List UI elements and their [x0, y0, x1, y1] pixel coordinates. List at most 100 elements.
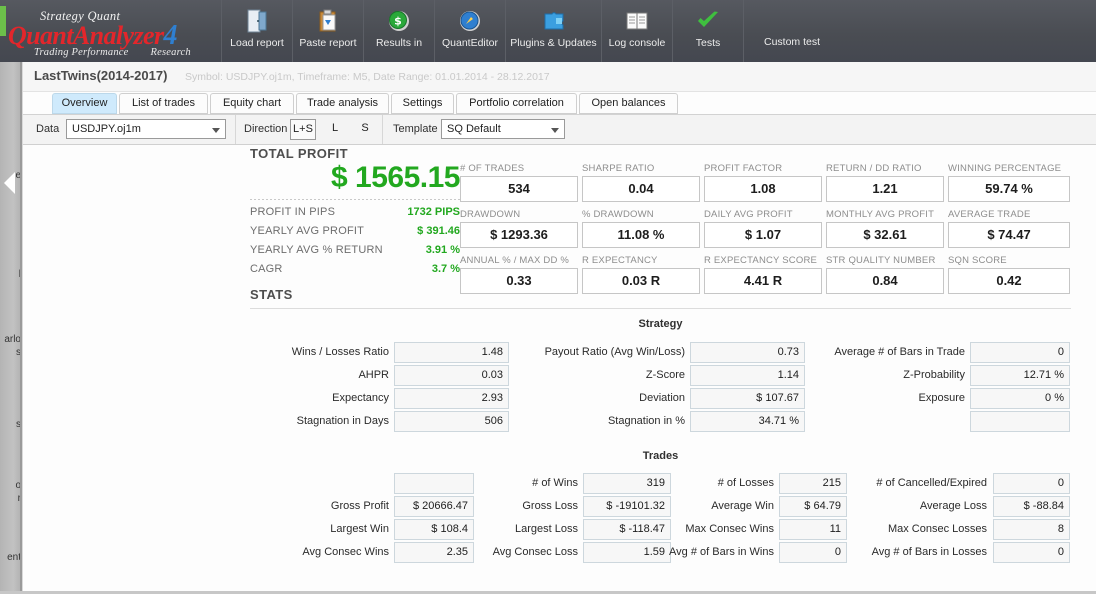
- chevron-down-icon: [551, 128, 559, 133]
- stat-label: Deviation: [639, 392, 685, 404]
- tab-equity-chart[interactable]: Equity chart: [210, 93, 294, 114]
- kpi-winning-percentage: WINNING PERCENTAGE 59.74 %: [948, 163, 1070, 202]
- sidebar-fragment: arlo: [4, 334, 21, 345]
- toolbar-button-custom-test[interactable]: Custom test: [744, 0, 1096, 62]
- report-header: LastTwins(2014-2017) Symbol: USDJPY.oj1m…: [23, 62, 1096, 92]
- tab-bar: Overview List of trades Equity chart Tra…: [23, 93, 1096, 115]
- kpi-r-expectancy-score: R EXPECTANCY SCORE 4.41 R: [704, 255, 822, 294]
- kpi-value: 534: [460, 176, 578, 202]
- direction-option-long-short[interactable]: L+S: [290, 119, 316, 140]
- profit-row-pips: PROFIT IN PIPS 1732 PIPS: [250, 206, 460, 218]
- kpi-value: 11.08 %: [582, 222, 700, 248]
- logo-tagline-bottom: Trading Performance Research: [34, 47, 213, 58]
- trade-value: 8: [993, 519, 1070, 540]
- template-select[interactable]: SQ Default: [441, 119, 565, 139]
- trade-label: Average Loss: [919, 500, 987, 512]
- profit-row-yearly-pct: YEARLY AVG % RETURN 3.91 %: [250, 244, 460, 256]
- green-check-icon: [695, 8, 721, 34]
- tab-open-balances[interactable]: Open balances: [579, 93, 678, 114]
- profit-row-yearly-avg: YEARLY AVG PROFIT $ 391.46: [250, 225, 460, 237]
- kpi-number-of-trades: # OF TRADES 534: [460, 163, 578, 202]
- trade-value: 0: [993, 542, 1070, 563]
- kpi-drawdown: DRAWDOWN $ 1293.36: [460, 209, 578, 248]
- main-toolbar: Strategy Quant QuantAnalyzer4 Trading Pe…: [0, 0, 1096, 62]
- total-profit-heading: TOTAL PROFIT: [250, 146, 348, 161]
- kpi-caption: DAILY AVG PROFIT: [704, 209, 793, 220]
- toolbar-button-label: Load report: [230, 37, 284, 49]
- kpi-caption: RETURN / DD RATIO: [826, 163, 922, 174]
- toolbar-button-label: Plugins & Updates: [510, 37, 597, 49]
- filter-toolbar: Data USDJPY.oj1m Direction L+S L S Templ…: [23, 115, 1096, 145]
- toolbar-button-plugins-updates[interactable]: Plugins & Updates: [506, 0, 602, 62]
- kpi-caption: AVERAGE TRADE: [948, 209, 1031, 220]
- tab-list-of-trades[interactable]: List of trades: [119, 93, 208, 114]
- kpi-value: $ 32.61: [826, 222, 944, 248]
- sidebar-expand-arrow-icon[interactable]: [4, 172, 15, 194]
- chevron-down-icon: [212, 128, 220, 133]
- template-select-value: SQ Default: [447, 123, 501, 135]
- book-icon: [625, 8, 649, 34]
- kpi-caption: % DRAWDOWN: [582, 209, 654, 220]
- toolbar-button-label: QuantEditor: [441, 37, 499, 49]
- content-area: LastTwins(2014-2017) Symbol: USDJPY.oj1m…: [22, 62, 1096, 594]
- profit-row-value: 1732 PIPS: [407, 206, 460, 218]
- trade-label: Avg Consec Loss: [492, 546, 578, 558]
- stat-value: 0: [970, 342, 1070, 363]
- tab-portfolio-correlation[interactable]: Portfolio correlation: [456, 93, 577, 114]
- trade-value: $ 20666.47: [394, 496, 474, 517]
- stat-value-empty: [970, 411, 1070, 432]
- kpi-str-quality-number: STR QUALITY NUMBER 0.84: [826, 255, 944, 294]
- kpi-value: 0.03 R: [582, 268, 700, 294]
- kpi-daily-avg-profit: DAILY AVG PROFIT $ 1.07: [704, 209, 822, 248]
- kpi-value: 59.74 %: [948, 176, 1070, 202]
- toolbar-button-label: Log console: [608, 37, 666, 49]
- stat-value: 1.14: [690, 365, 805, 386]
- trade-label: Gross Loss: [522, 500, 578, 512]
- direction-option-short[interactable]: S: [352, 119, 378, 140]
- trade-label: Average Win: [711, 500, 774, 512]
- kpi-caption: ANNUAL % / MAX DD %: [460, 255, 570, 266]
- left-sidebar-collapsed[interactable]: e l arlo s s o r ent: [0, 62, 22, 594]
- trade-value: $ -88.84: [993, 496, 1070, 517]
- kpi-monthly-avg-profit: MONTHLY AVG PROFIT $ 32.61: [826, 209, 944, 248]
- kpi-sharpe-ratio: SHARPE RATIO 0.04: [582, 163, 700, 202]
- trade-value: $ -118.47: [583, 519, 671, 540]
- profit-row-label: YEARLY AVG % RETURN: [250, 244, 383, 256]
- toolbar-button-label: Custom test: [764, 36, 821, 48]
- toolbar-button-load-report[interactable]: Load report: [222, 0, 293, 62]
- stat-label: Z-Score: [645, 369, 685, 381]
- tab-trade-analysis[interactable]: Trade analysis: [296, 93, 389, 114]
- toolbar-button-paste-report[interactable]: Paste report: [293, 0, 364, 62]
- profit-row-label: YEARLY AVG PROFIT: [250, 225, 365, 237]
- stat-label: Z-Probability: [903, 369, 965, 381]
- kpi-return-dd-ratio: RETURN / DD RATIO 1.21: [826, 163, 944, 202]
- toolbar-button-quanteditor[interactable]: QuantEditor: [435, 0, 506, 62]
- stat-label: Wins / Losses Ratio: [291, 346, 389, 358]
- kpi-caption: MONTHLY AVG PROFIT: [826, 209, 935, 220]
- sidebar-fragment: ent: [7, 552, 21, 563]
- kpi-caption: R EXPECTANCY: [582, 255, 658, 266]
- toolbar-button-label: Tests: [695, 37, 721, 49]
- page-title: LastTwins(2014-2017): [34, 68, 168, 83]
- trade-label: # of Cancelled/Expired: [876, 477, 987, 489]
- data-select[interactable]: USDJPY.oj1m: [66, 119, 226, 139]
- logo-sub-2: Research: [150, 47, 191, 58]
- kpi-value: $ 74.47: [948, 222, 1070, 248]
- kpi-value: $ 1293.36: [460, 222, 578, 248]
- stat-value: 0 %: [970, 388, 1070, 409]
- toolbar-button-tests[interactable]: Tests: [673, 0, 744, 62]
- tab-overview[interactable]: Overview: [52, 93, 117, 114]
- stat-value: 2.93: [394, 388, 509, 409]
- trade-label: # of Losses: [717, 477, 774, 489]
- logo-title-text: QuantAnalyzer: [8, 21, 164, 50]
- stat-value: $ 107.67: [690, 388, 805, 409]
- toolbar-button-results-in[interactable]: $ Results in: [364, 0, 435, 62]
- trade-label: Avg # of Bars in Losses: [871, 546, 987, 558]
- trade-value-empty: [394, 473, 474, 494]
- kpi-value: 0.42: [948, 268, 1070, 294]
- tab-settings[interactable]: Settings: [391, 93, 454, 114]
- toolbar-button-log-console[interactable]: Log console: [602, 0, 673, 62]
- kpi-caption: R EXPECTANCY SCORE: [704, 255, 818, 266]
- direction-option-long[interactable]: L: [322, 119, 348, 140]
- kpi-percent-drawdown: % DRAWDOWN 11.08 %: [582, 209, 700, 248]
